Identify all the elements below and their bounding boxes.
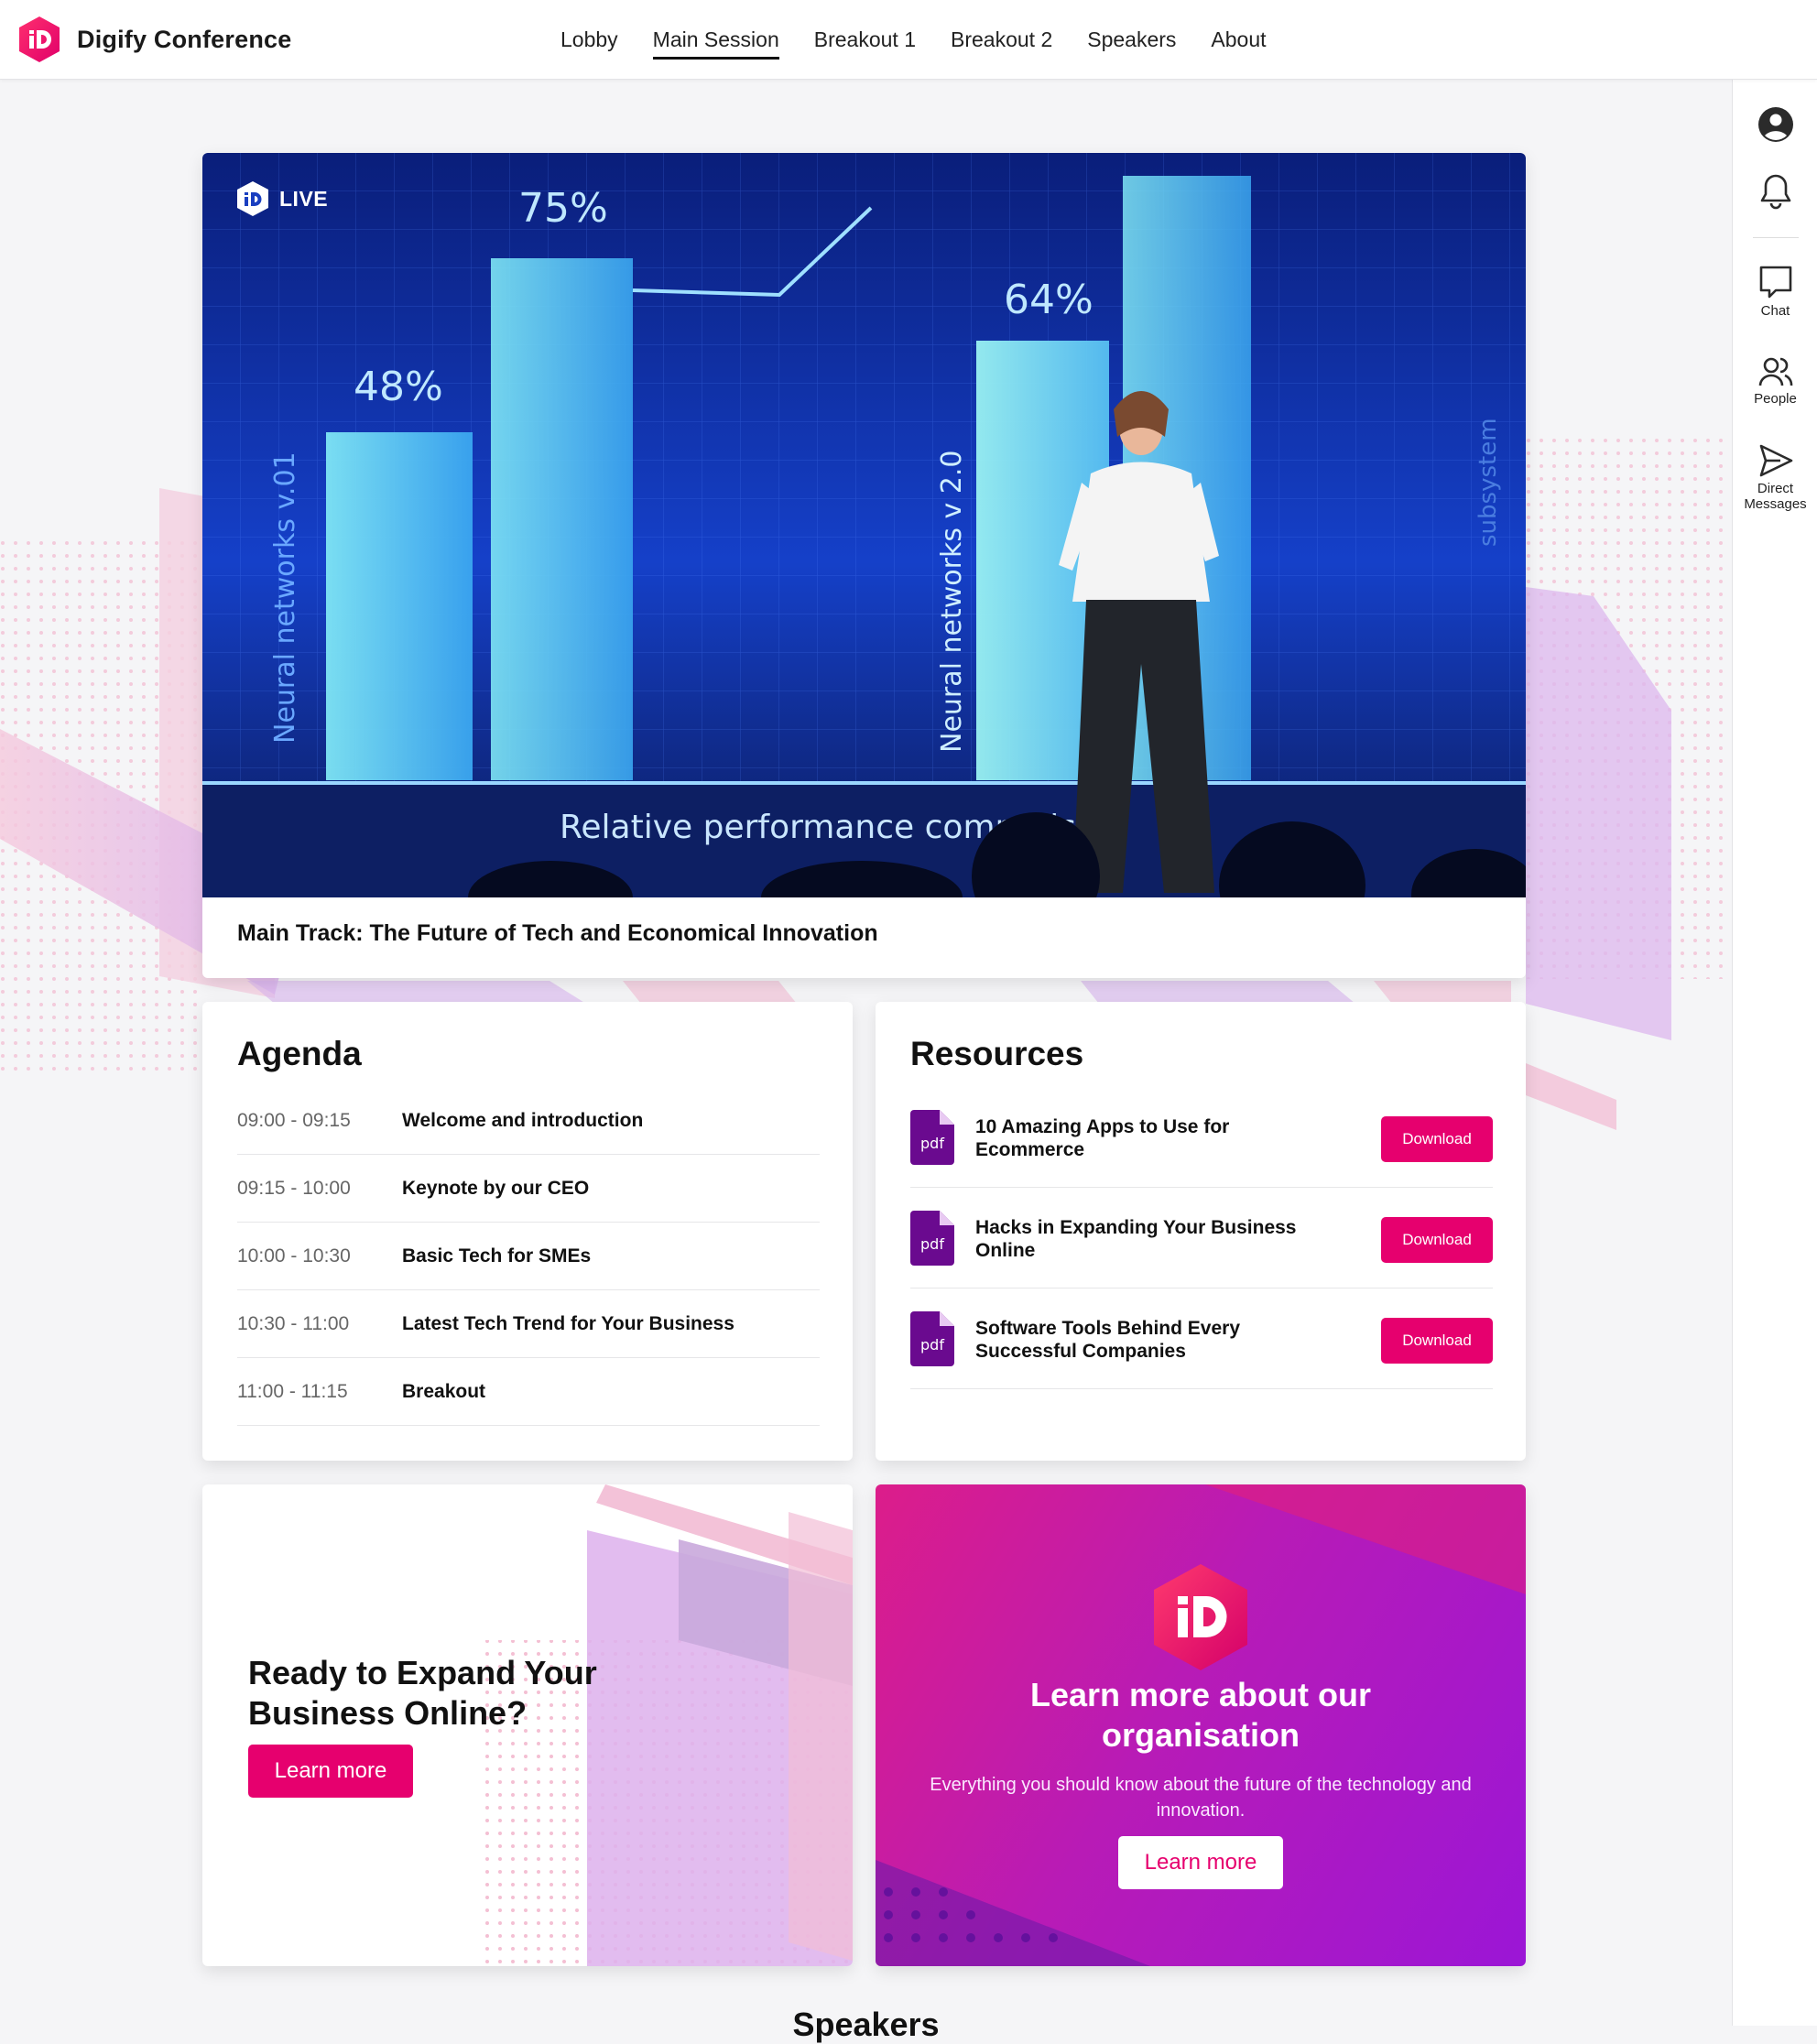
agenda-row[interactable]: 09:00 - 09:15 Welcome and introduction (237, 1086, 820, 1155)
agenda-time: 09:15 - 10:00 (237, 1178, 351, 1199)
resources-heading: Resources (910, 1035, 1084, 1072)
direct-messages-button[interactable]: Direct Messages (1733, 443, 1817, 512)
rail-divider (1753, 237, 1799, 238)
people-icon (1758, 357, 1792, 386)
organisation-logo-icon (1154, 1564, 1247, 1670)
screen-axis-right: subsystem (1474, 418, 1502, 547)
chat-button[interactable]: Chat (1733, 264, 1817, 319)
agenda-card: Agenda 09:00 - 09:15 Welcome and introdu… (202, 1002, 853, 1461)
pdf-label: pdf (920, 1235, 944, 1253)
agenda-title: Welcome and introduction (402, 1110, 644, 1131)
nav-main-session[interactable]: Main Session (652, 20, 779, 60)
resource-item: pdf Hacks in Expanding Your Business Onl… (910, 1187, 1493, 1288)
main-nav: Lobby Main Session Breakout 1 Breakout 2… (560, 0, 1301, 79)
dm-label-line1: Direct (1757, 481, 1794, 496)
agenda-title: Basic Tech for SMEs (402, 1245, 592, 1267)
speakers-section-heading: Speakers (792, 2006, 940, 2043)
resource-item: pdf Software Tools Behind Every Successf… (910, 1288, 1493, 1389)
promo-expand-business-card: Ready to Expand Your Business Online? Le… (202, 1484, 853, 1966)
bell-icon (1760, 174, 1790, 210)
digify-logo-icon (19, 16, 60, 62)
top-header: Digify Conference Lobby Main Session Bre… (0, 0, 1817, 80)
resource-title-line1: Software Tools Behind Every (975, 1318, 1241, 1339)
resources-card: Resources pdf 10 Amazing Apps to Use for… (876, 1002, 1526, 1461)
agenda-heading: Agenda (237, 1035, 362, 1072)
promo-left-heading-line1: Ready to Expand Your (248, 1654, 597, 1691)
agenda-time: 09:00 - 09:15 (237, 1110, 351, 1131)
user-circle-icon (1757, 107, 1793, 142)
resource-item: pdf 10 Amazing Apps to Use for Ecommerce… (910, 1086, 1493, 1188)
agenda-row[interactable]: 11:00 - 11:15 Breakout (237, 1357, 820, 1426)
session-title: Main Track: The Future of Tech and Econo… (237, 920, 878, 946)
live-video-player[interactable]: 48% 75% 64% Neural networks v.01 Neural … (202, 153, 1526, 897)
resource-title-line1: Hacks in Expanding Your Business (975, 1217, 1297, 1238)
right-sidebar: Chat People Direct Messages (1732, 79, 1817, 2026)
screen-pct-75: 75% (518, 185, 608, 232)
screen-axis-mid: Neural networks v 2.0 (936, 451, 968, 754)
pdf-label: pdf (920, 1135, 944, 1152)
live-video-card: 48% 75% 64% Neural networks v.01 Neural … (202, 153, 1526, 978)
pdf-file-icon[interactable]: pdf (910, 1311, 954, 1366)
nav-speakers[interactable]: Speakers (1087, 20, 1176, 60)
download-button[interactable]: Download (1381, 1318, 1493, 1364)
promo-left-heading-line2: Business Online? (248, 1694, 528, 1732)
nav-breakout-1[interactable]: Breakout 1 (814, 20, 916, 60)
resource-title: Software Tools Behind Every Successful C… (975, 1317, 1333, 1363)
send-icon (1759, 444, 1792, 477)
live-logo-icon (237, 181, 268, 216)
agenda-time: 11:00 - 11:15 (237, 1381, 348, 1402)
live-badge: LIVE (235, 180, 328, 217)
dm-label-line2: Messages (1744, 496, 1807, 512)
chat-icon (1759, 266, 1791, 299)
screen-pct-48: 48% (354, 364, 443, 410)
download-button[interactable]: Download (1381, 1217, 1493, 1263)
resource-title: Hacks in Expanding Your Business Online (975, 1216, 1333, 1262)
people-button[interactable]: People (1733, 355, 1817, 407)
screen-pct-64: 64% (1004, 277, 1093, 323)
resource-title-line2: Ecommerce (975, 1139, 1085, 1160)
agenda-row[interactable]: 09:15 - 10:00 Keynote by our CEO (237, 1154, 820, 1223)
nav-about[interactable]: About (1211, 20, 1266, 60)
video-frame-image: 48% 75% 64% Neural networks v.01 Neural … (202, 153, 1526, 897)
pdf-file-icon[interactable]: pdf (910, 1110, 954, 1165)
live-label: LIVE (279, 186, 329, 211)
brand-name: Digify Conference (77, 25, 292, 53)
resource-title-line2: Successful Companies (975, 1341, 1186, 1362)
profile-button[interactable] (1733, 106, 1817, 143)
agenda-row[interactable]: 10:00 - 10:30 Basic Tech for SMEs (237, 1222, 820, 1290)
chat-label: Chat (1760, 303, 1790, 319)
agenda-title: Keynote by our CEO (402, 1178, 590, 1199)
promo-right-heading-line2: organisation (1101, 1716, 1300, 1754)
promo-right-heading-line1: Learn more about our (1029, 1676, 1372, 1713)
learn-more-organisation-button[interactable]: Learn more (1118, 1836, 1283, 1889)
agenda-row[interactable]: 10:30 - 11:00 Latest Tech Trend for Your… (237, 1289, 820, 1358)
download-button[interactable]: Download (1381, 1116, 1493, 1162)
promo-left-heading: Ready to Expand Your Business Online? (248, 1653, 597, 1734)
promo-right-body: Everything you should know about the fut… (930, 1775, 1472, 1821)
learn-more-button[interactable]: Learn more (248, 1745, 413, 1798)
resource-title-line1: 10 Amazing Apps to Use for (975, 1116, 1230, 1137)
agenda-title: Breakout (402, 1381, 486, 1402)
brand[interactable]: Digify Conference (15, 15, 291, 64)
promo-right-heading: Learn more about our organisation (876, 1675, 1526, 1756)
resource-title: 10 Amazing Apps to Use for Ecommerce (975, 1115, 1333, 1161)
resource-title-line2: Online (975, 1240, 1036, 1261)
nav-breakout-2[interactable]: Breakout 2 (951, 20, 1052, 60)
promo-organisation-card: Learn more about our organisation Everyt… (876, 1484, 1526, 1966)
notifications-button[interactable] (1733, 172, 1817, 211)
agenda-time: 10:00 - 10:30 (237, 1245, 351, 1267)
pdf-label: pdf (920, 1336, 944, 1354)
pdf-file-icon[interactable]: pdf (910, 1211, 954, 1266)
agenda-time: 10:30 - 11:00 (237, 1313, 350, 1334)
people-label: People (1754, 391, 1797, 407)
nav-lobby[interactable]: Lobby (560, 20, 618, 60)
agenda-title: Latest Tech Trend for Your Business (402, 1313, 734, 1334)
screen-axis-left: Neural networks v.01 (269, 451, 301, 744)
